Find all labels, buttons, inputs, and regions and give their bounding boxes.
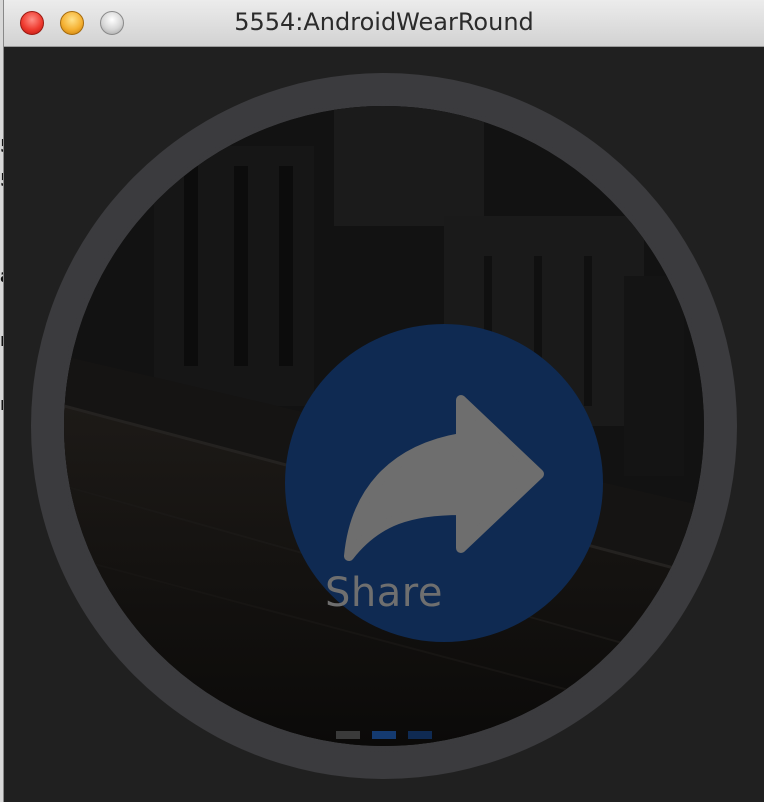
window-title: 5554:AndroidWearRound (234, 8, 534, 36)
pager-indicator-page-3 (408, 731, 432, 739)
window-titlebar[interactable]: 5554:AndroidWearRound (4, 0, 764, 47)
emulator-window: 5554:AndroidWearRound Share (4, 0, 764, 802)
share-action-label: Share (325, 570, 443, 616)
pager-indicator-page-2-active (372, 731, 396, 739)
pager-indicator-page-1 (336, 731, 360, 739)
watch-screen[interactable] (64, 106, 704, 746)
